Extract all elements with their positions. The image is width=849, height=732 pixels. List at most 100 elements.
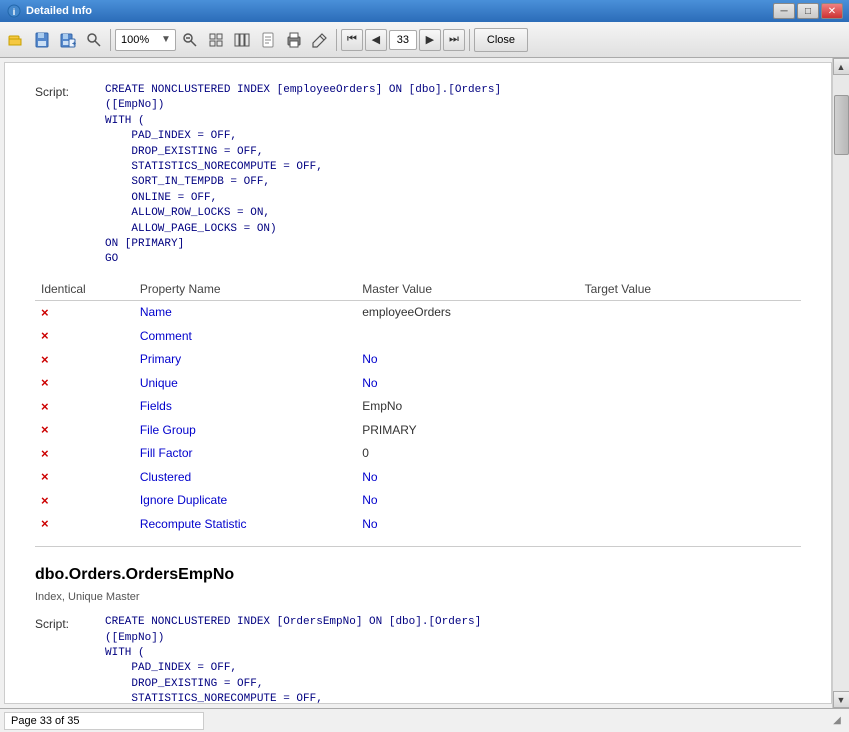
cell-property: Primary	[134, 348, 356, 372]
cell-target	[579, 371, 801, 395]
scrollbar-track[interactable]	[833, 75, 849, 691]
main-area: Script: CREATE NONCLUSTERED INDEX [emplo…	[0, 58, 849, 708]
view-button[interactable]	[204, 28, 228, 52]
page-info-panel: Page 33 of 35	[4, 712, 204, 730]
script-code-2: CREATE NONCLUSTERED INDEX [OrdersEmpNo] …	[105, 615, 481, 704]
table-row: × Ignore Duplicate No	[35, 489, 801, 513]
section2-heading: dbo.Orders.OrdersEmpNo	[35, 563, 801, 587]
table-row: × File Group PRIMARY	[35, 418, 801, 442]
cell-property: Fill Factor	[134, 442, 356, 466]
zoom-out-button[interactable]	[178, 28, 202, 52]
resize-handle[interactable]: ◢	[829, 713, 845, 729]
cell-master: No	[356, 512, 578, 536]
cell-property: Comment	[134, 324, 356, 348]
cell-master: No	[356, 465, 578, 489]
title-bar: i Detailed Info ─ □ ✕	[0, 0, 849, 22]
zoom-control[interactable]: 100% ▼	[115, 29, 176, 51]
script-label-2: Script:	[35, 615, 105, 704]
next-page-button[interactable]: ▶	[419, 29, 441, 51]
scroll-up-button[interactable]: ▲	[833, 58, 849, 75]
title-bar-icon: i	[6, 3, 22, 19]
scroll-down-button[interactable]: ▼	[833, 691, 849, 708]
cell-master	[356, 324, 578, 348]
window-controls[interactable]: ─ □ ✕	[773, 3, 843, 19]
edit-button[interactable]	[308, 28, 332, 52]
section-divider	[35, 546, 801, 547]
table-row: × Name employeeOrders	[35, 300, 801, 324]
section1-script: Script: CREATE NONCLUSTERED INDEX [emplo…	[35, 83, 801, 268]
cell-target	[579, 512, 801, 536]
cell-master: No	[356, 489, 578, 513]
cell-master: No	[356, 348, 578, 372]
col-header-master: Master Value	[356, 278, 578, 301]
toolbar-separator-3	[469, 29, 470, 51]
status-bar: Page 33 of 35 ◢	[0, 708, 849, 732]
print-button[interactable]	[282, 28, 306, 52]
cell-target	[579, 348, 801, 372]
cell-identical: ×	[35, 348, 134, 372]
cell-master: No	[356, 371, 578, 395]
toolbar: + 100% ▼ ⏮ ◀ 33 ▶ ⏭ Close	[0, 22, 849, 58]
col-header-property: Property Name	[134, 278, 356, 301]
cell-identical: ×	[35, 465, 134, 489]
svg-text:i: i	[13, 7, 16, 17]
col-header-identical: Identical	[35, 278, 134, 301]
first-page-button[interactable]: ⏮	[341, 29, 363, 51]
cell-target	[579, 489, 801, 513]
cell-property: Unique	[134, 371, 356, 395]
svg-text:+: +	[72, 41, 76, 48]
columns-button[interactable]	[230, 28, 254, 52]
vertical-scrollbar[interactable]: ▲ ▼	[832, 58, 849, 708]
page-button[interactable]	[256, 28, 280, 52]
zoom-label: 100%	[118, 34, 158, 46]
maximize-button[interactable]: □	[797, 3, 819, 19]
cell-master: employeeOrders	[356, 300, 578, 324]
cell-identical: ×	[35, 371, 134, 395]
cell-property: Recompute Statistic	[134, 512, 356, 536]
close-button[interactable]: Close	[474, 28, 528, 52]
page-number-input[interactable]: 33	[389, 30, 417, 50]
zoom-dropdown-arrow[interactable]: ▼	[159, 34, 173, 45]
cell-master: 0	[356, 442, 578, 466]
cell-identical: ×	[35, 442, 134, 466]
cell-target	[579, 324, 801, 348]
table-row: × Primary No	[35, 348, 801, 372]
cell-target	[579, 442, 801, 466]
cell-property: Fields	[134, 395, 356, 419]
open-button[interactable]	[4, 28, 28, 52]
properties-table-1: Identical Property Name Master Value Tar…	[35, 278, 801, 536]
scrollbar-thumb[interactable]	[834, 95, 849, 155]
cell-master: PRIMARY	[356, 418, 578, 442]
cell-target	[579, 300, 801, 324]
minimize-button[interactable]: ─	[773, 3, 795, 19]
table-row: × Unique No	[35, 371, 801, 395]
saveas-button[interactable]: +	[56, 28, 80, 52]
section2-subheading: Index, Unique Master	[35, 589, 801, 606]
window-title: Detailed Info	[26, 5, 769, 17]
last-page-button[interactable]: ⏭	[443, 29, 465, 51]
page-info-text: Page 33 of 35	[11, 715, 80, 727]
cell-target	[579, 418, 801, 442]
cell-target	[579, 395, 801, 419]
table-row: × Fill Factor 0	[35, 442, 801, 466]
cell-identical: ×	[35, 418, 134, 442]
find-button[interactable]	[82, 28, 106, 52]
col-header-target: Target Value	[579, 278, 801, 301]
cell-identical: ×	[35, 324, 134, 348]
table-row: × Fields EmpNo	[35, 395, 801, 419]
table-row: × Comment	[35, 324, 801, 348]
cell-identical: ×	[35, 489, 134, 513]
script-code-1: CREATE NONCLUSTERED INDEX [employeeOrder…	[105, 83, 501, 268]
toolbar-separator-2	[336, 29, 337, 51]
close-window-button[interactable]: ✕	[821, 3, 843, 19]
cell-property: Name	[134, 300, 356, 324]
toolbar-separator-1	[110, 29, 111, 51]
save-button[interactable]	[30, 28, 54, 52]
prev-page-button[interactable]: ◀	[365, 29, 387, 51]
content-inner: Script: CREATE NONCLUSTERED INDEX [emplo…	[5, 63, 831, 704]
cell-identical: ×	[35, 300, 134, 324]
cell-identical: ×	[35, 395, 134, 419]
content-scroll[interactable]: Script: CREATE NONCLUSTERED INDEX [emplo…	[4, 62, 832, 704]
section2-script: Script: CREATE NONCLUSTERED INDEX [Order…	[35, 615, 801, 704]
cell-property: Ignore Duplicate	[134, 489, 356, 513]
